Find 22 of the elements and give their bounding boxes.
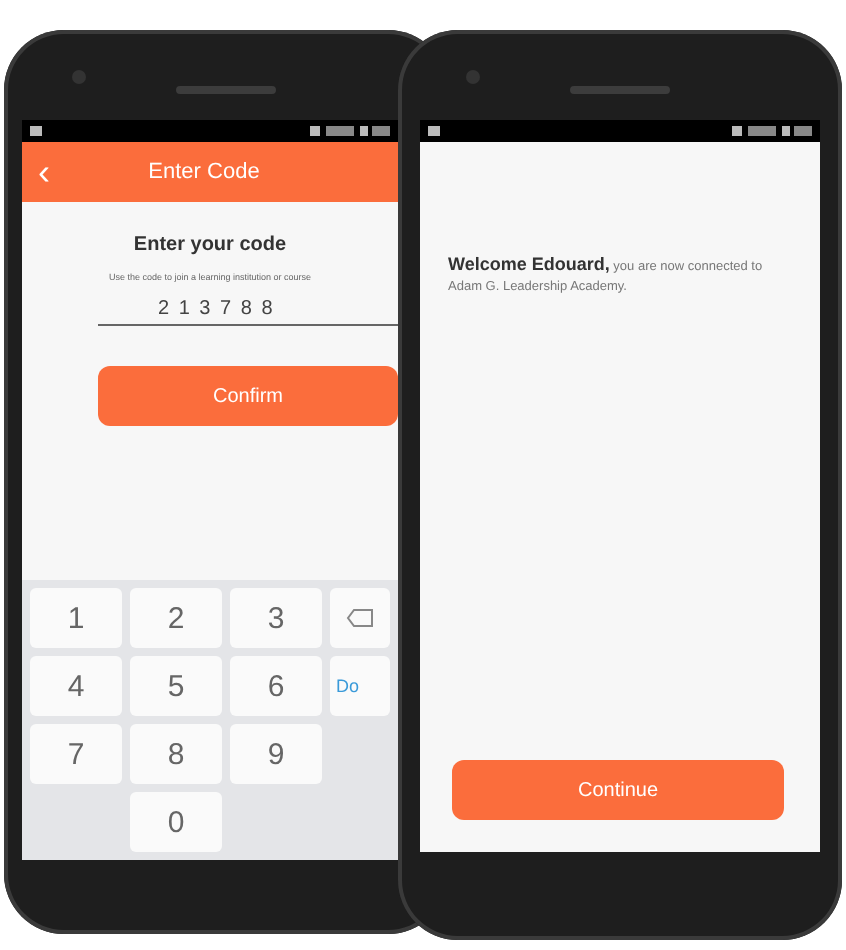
digit-key[interactable]: 6 <box>230 656 322 716</box>
notification-icon <box>428 126 440 136</box>
back-button[interactable]: ‹ <box>38 154 50 190</box>
done-key[interactable]: Do <box>330 656 390 716</box>
digit-key[interactable]: 9 <box>230 724 322 784</box>
status-icons <box>732 126 812 136</box>
digit-key[interactable]: 4 <box>30 656 122 716</box>
notification-icon <box>30 126 42 136</box>
continue-button[interactable]: Continue <box>452 760 784 820</box>
digit-key[interactable]: 0 <box>130 792 222 852</box>
confirm-button[interactable]: Confirm <box>98 366 398 426</box>
code-field[interactable]: 2 1 3 7 8 8 <box>98 298 398 326</box>
status-icons <box>310 126 390 136</box>
digit-key[interactable]: 5 <box>130 656 222 716</box>
heading: Enter your code <box>133 234 287 256</box>
backspace-icon[interactable] <box>346 608 374 628</box>
digit-key[interactable]: 8 <box>130 724 222 784</box>
digit-key[interactable]: 3 <box>230 588 322 648</box>
digit-key[interactable]: 2 <box>130 588 222 648</box>
screen-title: Enter Code <box>148 160 260 184</box>
digit-key[interactable]: 1 <box>30 588 122 648</box>
digit-key[interactable]: 7 <box>30 724 122 784</box>
